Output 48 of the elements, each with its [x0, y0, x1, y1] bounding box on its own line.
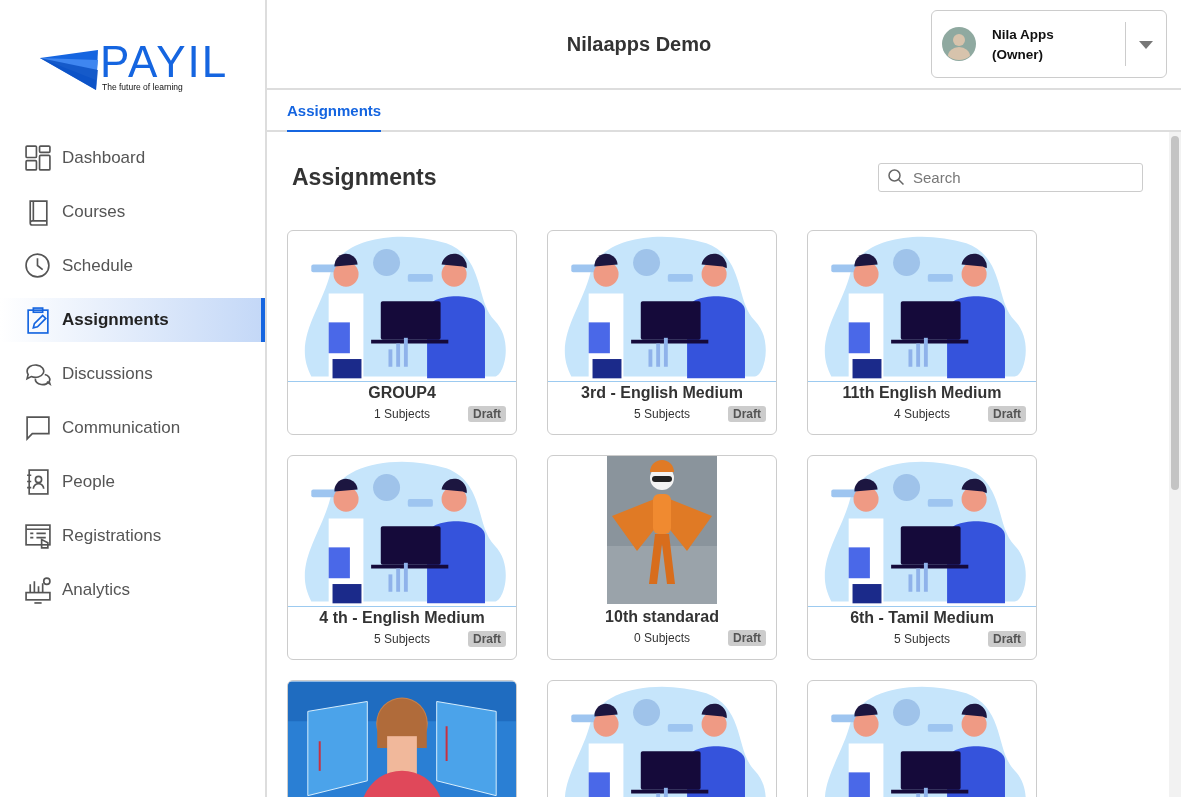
- card-title: 3rd - English Medium: [580, 384, 744, 402]
- clipboard-icon: [24, 306, 52, 334]
- card-title: 6th - Tamil Medium: [849, 609, 995, 627]
- card-title: GROUP4: [367, 384, 437, 402]
- subject-count: 4 Subjects: [893, 407, 950, 421]
- status-badge: Draft: [468, 406, 506, 422]
- sidebar-item[interactable]: Courses: [0, 190, 265, 234]
- chart-icon: [24, 576, 52, 604]
- user-menu[interactable]: Nila Apps (Owner): [931, 10, 1167, 78]
- status-badge: Draft: [728, 406, 766, 422]
- sidebar-item[interactable]: Discussions: [0, 352, 265, 396]
- subject-count: 0 Subjects: [633, 631, 690, 645]
- status-badge: Draft: [988, 406, 1026, 422]
- sidebar-item[interactable]: Communication: [0, 406, 265, 450]
- contact-card-icon: [24, 468, 52, 496]
- card-title: 11th English Medium: [841, 384, 1003, 402]
- assignment-card[interactable]: 4 th - English Medium 5 Subjects Draft: [287, 455, 517, 660]
- logo-wordmark: PAYIL: [100, 42, 229, 82]
- page-title: Assignments: [292, 163, 437, 191]
- assignment-card[interactable]: GROUP4 1 Subjects Draft: [287, 230, 517, 435]
- subject-count: 1 Subjects: [373, 407, 430, 421]
- status-badge: Draft: [728, 630, 766, 646]
- subject-count: 5 Subjects: [893, 632, 950, 646]
- subject-count: 5 Subjects: [373, 632, 430, 646]
- grid-icon: [24, 144, 52, 172]
- sidebar-item[interactable]: People: [0, 460, 265, 504]
- clock-icon: [24, 252, 52, 280]
- organization-title: Nilaapps Demo: [565, 32, 713, 56]
- assignment-card[interactable]: 10th standarad 0 Subjects Draft: [547, 455, 777, 660]
- sidebar-item[interactable]: Registrations: [0, 514, 265, 558]
- avatar-icon: [942, 27, 976, 61]
- status-badge: Draft: [988, 631, 1026, 647]
- sidebar-item[interactable]: Schedule: [0, 244, 265, 288]
- subject-count: 5 Subjects: [633, 407, 690, 421]
- chat-bubble-icon: [24, 414, 52, 442]
- search-field[interactable]: Search: [878, 162, 1143, 192]
- tab[interactable]: Assignments: [287, 90, 382, 132]
- assignment-card[interactable]: 3rd - English Medium 5 Subjects Draft: [547, 230, 777, 435]
- assignment-card[interactable]: 6th - Tamil Medium 5 Subjects Draft: [807, 455, 1037, 660]
- status-badge: Draft: [468, 631, 506, 647]
- form-icon: [24, 522, 52, 550]
- card-title: 4 th - English Medium: [318, 609, 486, 627]
- sidebar-item[interactable]: Analytics: [0, 568, 265, 612]
- logo-tagline: The future of learning: [102, 82, 184, 92]
- scrollbar[interactable]: [1169, 132, 1181, 797]
- sidebar-item[interactable]: Dashboard: [0, 136, 265, 180]
- card-title: 10th standarad: [604, 608, 720, 626]
- assignment-card[interactable]: 11th English Medium 4 Subjects Draft: [807, 230, 1037, 435]
